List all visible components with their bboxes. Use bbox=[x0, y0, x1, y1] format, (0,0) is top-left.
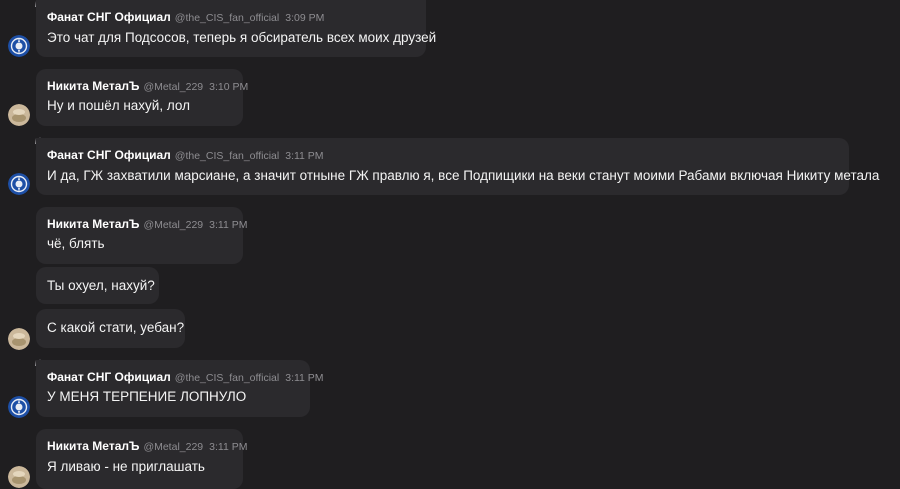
author-handle[interactable]: @Metal_229 bbox=[143, 81, 203, 93]
message-time: 3:11 PM bbox=[285, 150, 324, 162]
author-handle[interactable]: @Metal_229 bbox=[143, 219, 203, 231]
nikita-avatar[interactable] bbox=[8, 328, 30, 350]
message-header: Фанат СНГ Официал @the_CIS_fan_official 3:… bbox=[47, 10, 324, 25]
message-text: У МЕНЯ ТЕРПЕНИЕ ЛОПНУЛО bbox=[47, 389, 247, 404]
message-bubble[interactable]: Никита МеталЪ @Metal_229 3:11 PM чё, блять bbox=[36, 207, 247, 264]
message-time: 3:09 PM bbox=[285, 12, 325, 24]
message-text: Я ливаю - не приглашать bbox=[47, 459, 205, 474]
author-name[interactable]: Никита МеталЪ bbox=[47, 79, 139, 93]
message-header: Никита МеталЪ @Metal_229 3:10 PM bbox=[47, 79, 248, 94]
message-bubble[interactable]: Никита МеталЪ @Metal_229 3:10 PM Ну и пошё… bbox=[36, 69, 248, 126]
message-header: Фанат СНГ Официал @the_CIS_fan_official 3:… bbox=[47, 370, 324, 385]
fan-avatar[interactable] bbox=[8, 396, 30, 418]
message-header: Фанат СНГ Официал @the_CIS_fan_official 3:… bbox=[47, 148, 324, 163]
message-text: Ты охуел, нахуй? bbox=[47, 278, 155, 293]
message-bubble[interactable]: Фанат СНГ Официал @the_CIS_fan_official 3:… bbox=[36, 360, 324, 417]
author-handle[interactable]: @Metal_229 bbox=[143, 441, 203, 453]
author-handle[interactable]: @the_CIS_fan_official bbox=[175, 12, 279, 24]
nikita-avatar[interactable] bbox=[8, 104, 30, 126]
author-name[interactable]: Никита МеталЪ bbox=[47, 439, 139, 453]
message-text: С какой стати, уебан? bbox=[47, 320, 185, 335]
message-time: 3:11 PM bbox=[209, 441, 248, 453]
message-text: чё, блять bbox=[47, 236, 105, 251]
message-time: 3:11 PM bbox=[285, 372, 324, 384]
message-bubble[interactable]: Фанат СНГ Официал @the_CIS_fan_official 3:… bbox=[36, 138, 879, 195]
message-bubble[interactable]: Фанат СНГ Официал @the_CIS_fan_official 3:… bbox=[36, 0, 436, 57]
author-name[interactable]: Фанат СНГ Официал bbox=[47, 10, 171, 24]
message-header: Никита МеталЪ @Metal_229 3:11 PM bbox=[47, 439, 247, 454]
author-name[interactable]: Фанат СНГ Официал bbox=[47, 148, 171, 162]
nikita-avatar[interactable] bbox=[8, 466, 30, 488]
message-time: 3:11 PM bbox=[209, 219, 248, 231]
message-text: Это чат для Подсосов, теперь я обсирател… bbox=[47, 30, 437, 45]
message-bubble[interactable]: С какой стати, уебан? bbox=[36, 309, 185, 348]
author-name[interactable]: Никита МеталЪ bbox=[47, 217, 139, 231]
fan-avatar[interactable] bbox=[8, 173, 30, 195]
message-text: Ну и пошёл нахуй, лол bbox=[47, 98, 190, 113]
author-handle[interactable]: @the_CIS_fan_official bbox=[175, 150, 279, 162]
message-header: Никита МеталЪ @Metal_229 3:11 PM bbox=[47, 217, 247, 232]
message-bubble[interactable]: Никита МеталЪ @Metal_229 3:11 PM Я ливаю -… bbox=[36, 429, 247, 489]
author-handle[interactable]: @the_CIS_fan_official bbox=[175, 372, 279, 384]
author-name[interactable]: Фанат СНГ Официал bbox=[47, 370, 171, 384]
fan-avatar[interactable] bbox=[8, 35, 30, 57]
message-bubble[interactable]: Ты охуел, нахуй? bbox=[36, 267, 159, 304]
message-time: 3:10 PM bbox=[209, 81, 249, 93]
message-text: И да, ГЖ захватили марсиане, а значит от… bbox=[47, 168, 880, 183]
